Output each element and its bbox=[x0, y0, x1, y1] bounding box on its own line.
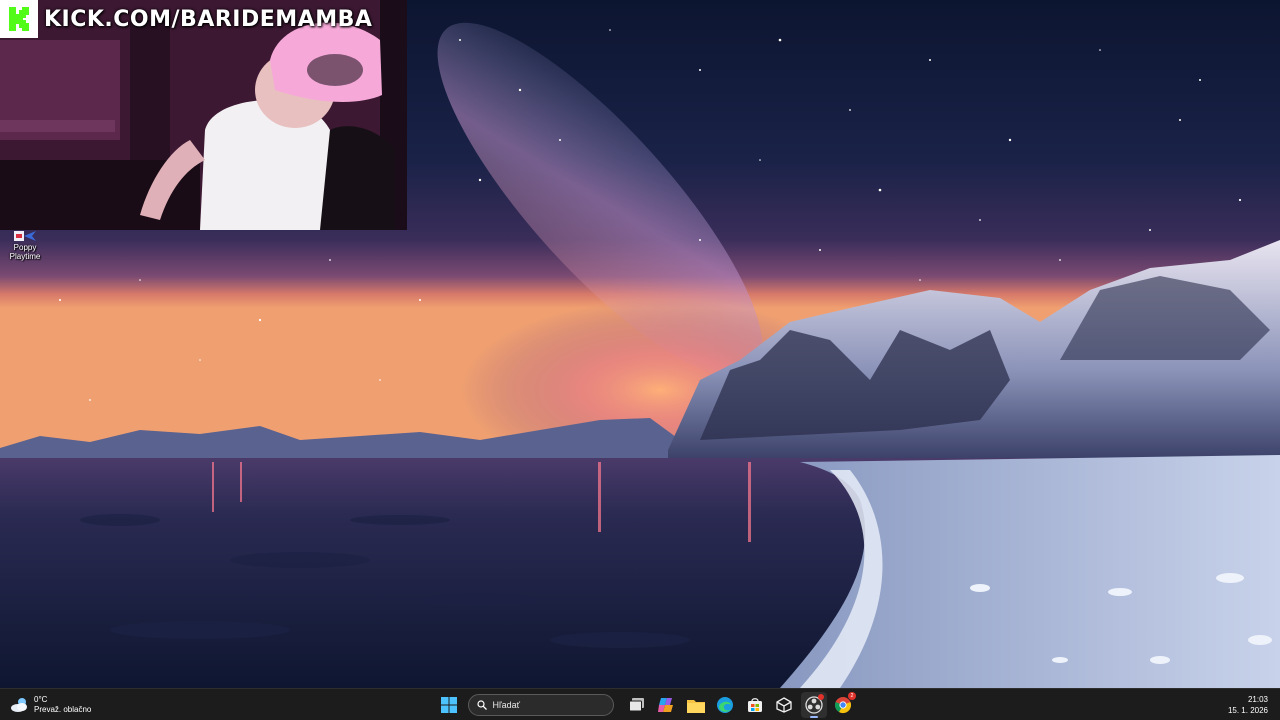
microsoft-store-button[interactable] bbox=[742, 692, 768, 718]
weather-condition: Prevaž. oblačno bbox=[34, 705, 92, 714]
chrome-notification-badge: 2 bbox=[848, 692, 856, 700]
taskbar-search[interactable]: Hľadať bbox=[467, 694, 614, 716]
poppy-playtime-icon bbox=[12, 228, 38, 242]
copilot-button[interactable] bbox=[653, 692, 679, 718]
taskbar-center: Hľadať 2 bbox=[436, 692, 860, 718]
clock-time: 21:03 bbox=[1247, 695, 1268, 704]
weather-partly-cloudy-icon bbox=[10, 695, 30, 715]
stream-url-text: KICK.COM/BARIDEMAMBA bbox=[44, 6, 373, 32]
stream-url-badge: KICK.COM/BARIDEMAMBA bbox=[0, 0, 372, 38]
windows-start-icon bbox=[441, 697, 457, 713]
file-explorer-button[interactable] bbox=[683, 692, 709, 718]
taskbar: 0°C Prevaž. oblačno Hľadať 2 21:03 15. 1… bbox=[0, 688, 1280, 720]
microsoft-store-icon bbox=[747, 698, 762, 712]
desktop-shortcut-label: Poppy Playtime bbox=[9, 243, 41, 261]
search-placeholder: Hľadať bbox=[492, 700, 521, 710]
clock-date: 15. 1. 2026 bbox=[1227, 706, 1268, 715]
obs-studio-button[interactable] bbox=[800, 692, 827, 718]
recording-indicator bbox=[817, 694, 824, 700]
file-explorer-icon bbox=[686, 699, 705, 713]
copilot-icon bbox=[658, 698, 673, 712]
start-button[interactable] bbox=[436, 692, 462, 718]
desktop-shortcut-poppy-playtime[interactable]: Poppy Playtime bbox=[4, 228, 46, 261]
webcam-overlay: KICK.COM/BARIDEMAMBA bbox=[0, 0, 407, 230]
edge-browser-button[interactable] bbox=[712, 692, 738, 718]
weather-temperature: 0°C bbox=[34, 695, 48, 704]
kick-logo-icon bbox=[0, 0, 38, 38]
task-view-icon bbox=[628, 698, 644, 712]
3d-box-app-icon bbox=[776, 697, 792, 713]
3d-box-app-button[interactable] bbox=[771, 692, 797, 718]
search-icon bbox=[476, 700, 487, 710]
edge-browser-icon bbox=[717, 697, 733, 713]
chrome-button[interactable]: 2 bbox=[830, 692, 856, 718]
task-view-button[interactable] bbox=[624, 692, 650, 718]
system-clock[interactable]: 21:03 15. 1. 2026 bbox=[1228, 694, 1268, 716]
weather-widget[interactable]: 0°C Prevaž. oblačno bbox=[10, 692, 91, 718]
